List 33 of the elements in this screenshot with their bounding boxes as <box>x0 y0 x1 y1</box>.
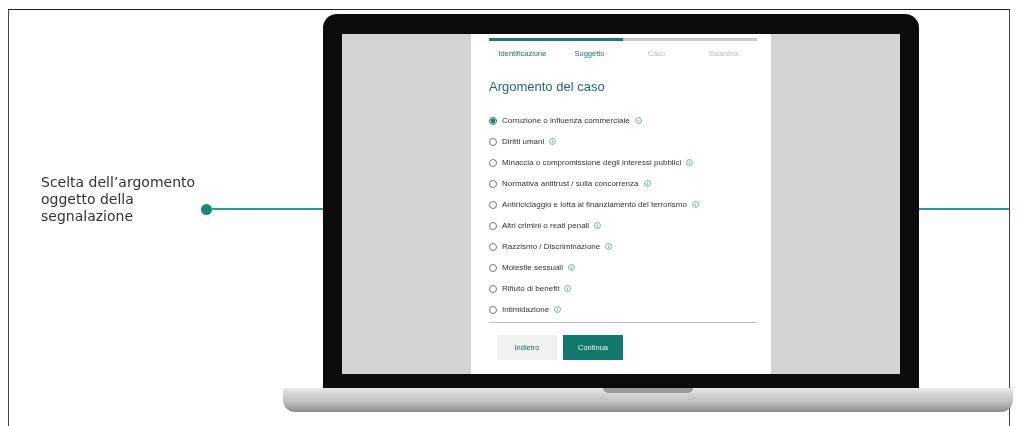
radio-button[interactable] <box>489 179 497 188</box>
option-label[interactable]: Razzismo / Discriminazione <box>502 242 601 251</box>
info-icon[interactable] <box>634 117 642 124</box>
option-label[interactable]: Antiriciclaggio e lotta al finanziamento del terrorismo <box>502 200 687 209</box>
radio-button[interactable] <box>489 305 497 314</box>
info-icon[interactable] <box>594 222 602 229</box>
info-icon[interactable] <box>554 306 562 313</box>
radio-button[interactable] <box>489 200 497 209</box>
radio-button[interactable] <box>489 263 497 272</box>
info-icon[interactable] <box>692 201 699 208</box>
option-label[interactable]: Altri crimini o reati penali <box>502 221 590 230</box>
info-icon[interactable] <box>567 264 575 271</box>
option-label[interactable]: Minaccia o compromissione degli interessi pubblici <box>502 158 682 167</box>
option-label[interactable]: Diritti umani <box>502 137 545 146</box>
info-icon[interactable] <box>643 180 651 187</box>
info-icon[interactable] <box>564 285 572 292</box>
form-title: Argomento del caso <box>489 79 606 94</box>
callout-text: Scelta dell’argomento oggetto della segnalazione <box>41 173 197 225</box>
option-label[interactable]: Molestie sessuali <box>502 263 563 272</box>
radio-button[interactable] <box>489 116 497 125</box>
radio-button[interactable] <box>489 158 497 167</box>
radio-button[interactable] <box>489 242 497 251</box>
info-icon[interactable] <box>549 138 557 145</box>
info-icon[interactable] <box>686 159 694 166</box>
info-icon[interactable] <box>605 243 613 250</box>
option-label[interactable]: Rifiuto di benefit <box>502 284 560 293</box>
option-label[interactable]: Intimidazione <box>502 305 550 314</box>
connector-dot <box>201 203 212 215</box>
option-label[interactable]: Corruzione o influenza commerciale <box>502 116 630 125</box>
option-label[interactable]: Normativa antitrust / sulla concorrenza <box>502 179 639 188</box>
radio-button[interactable] <box>489 137 497 146</box>
radio-button[interactable] <box>489 284 497 293</box>
radio-button[interactable] <box>489 221 497 230</box>
